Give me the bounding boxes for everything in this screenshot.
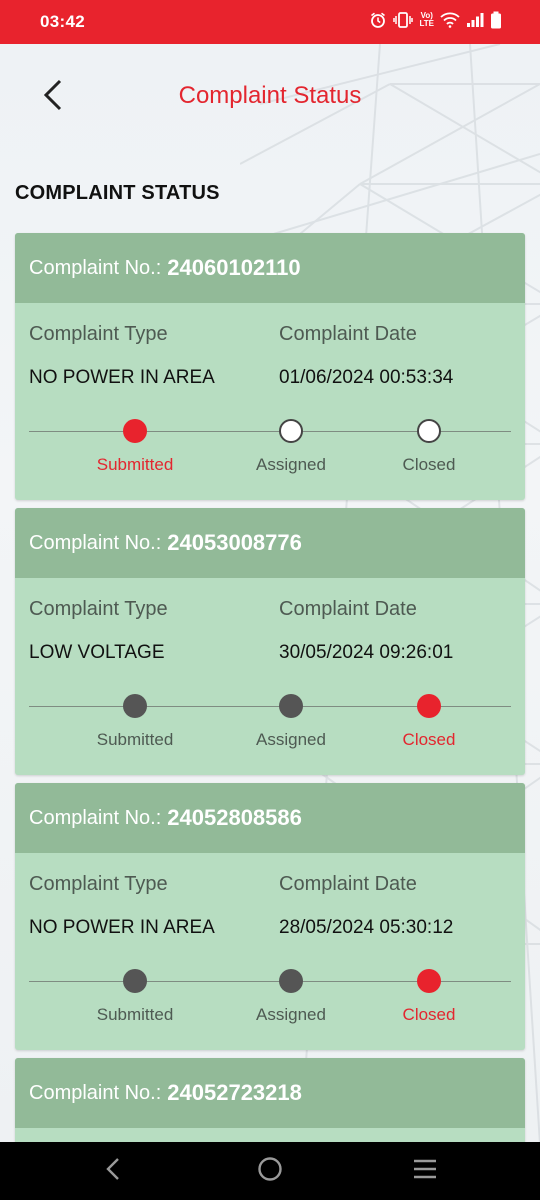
complaint-no-label: Complaint No.: bbox=[29, 1081, 162, 1104]
complaint-number: 24052723218 bbox=[167, 1080, 302, 1105]
complaint-type-value: LOW VOLTAGE bbox=[29, 642, 165, 663]
complaint-card-body: Complaint Type Complaint Date LOW VOLTAG… bbox=[15, 578, 525, 775]
complaint-type-value: NO POWER IN AREA bbox=[29, 917, 215, 938]
nav-recents-icon bbox=[412, 1158, 438, 1185]
complaint-type-label: Complaint Type bbox=[29, 598, 168, 620]
step-dot-submitted bbox=[123, 969, 147, 993]
nav-back-button[interactable] bbox=[98, 1156, 128, 1186]
step-label-submitted: Submitted bbox=[96, 730, 174, 749]
complaint-date-value: 30/05/2024 09:26:01 bbox=[279, 642, 454, 663]
step-dot-submitted bbox=[123, 419, 147, 443]
complaint-card[interactable]: Complaint No.: 24053008776 Complaint Typ… bbox=[15, 508, 525, 775]
section-title: COMPLAINT STATUS bbox=[15, 182, 220, 204]
complaint-card[interactable]: Complaint No.: 24060102110 Complaint Typ… bbox=[15, 233, 525, 500]
complaint-type-label: Complaint Type bbox=[29, 323, 168, 345]
step-label-closed: Closed bbox=[402, 730, 456, 749]
page-title: Complaint Status bbox=[178, 82, 362, 109]
complaint-number: 24060102110 bbox=[167, 255, 301, 280]
step-dot-submitted bbox=[123, 694, 147, 718]
complaint-type-value: NO POWER IN AREA bbox=[29, 367, 215, 388]
complaint-number: 24053008776 bbox=[167, 530, 302, 555]
status-icons: Vo) LTE bbox=[369, 11, 502, 29]
complaint-card-body: Complaint Type Complaint Date NO POWER I… bbox=[15, 853, 525, 1050]
complaint-card-header: Complaint No.: 24052808586 bbox=[15, 783, 525, 853]
complaint-date-label: Complaint Date bbox=[279, 873, 417, 895]
complaint-card-header: Complaint No.: 24060102110 bbox=[15, 233, 525, 303]
step-dot-assigned bbox=[279, 419, 303, 443]
system-nav-bar bbox=[0, 1142, 540, 1200]
complaint-card-header: Complaint No.: 24053008776 bbox=[15, 508, 525, 578]
complaint-date-label: Complaint Date bbox=[279, 598, 417, 620]
status-bar: 03:42 Vo) LTE bbox=[0, 0, 540, 44]
nav-back-icon bbox=[105, 1157, 121, 1186]
complaint-card[interactable]: Complaint No.: 24052808586 Complaint Typ… bbox=[15, 783, 525, 1050]
step-label-assigned: Assigned bbox=[256, 730, 326, 749]
signal-icon bbox=[466, 12, 484, 28]
nav-home-icon bbox=[257, 1156, 283, 1187]
complaint-date-value: 28/05/2024 05:30:12 bbox=[279, 917, 454, 938]
step-dot-assigned bbox=[279, 969, 303, 993]
app-header: Complaint Status bbox=[0, 44, 540, 148]
nav-home-button[interactable] bbox=[255, 1156, 285, 1186]
nav-recents-button[interactable] bbox=[410, 1156, 440, 1186]
step-dot-closed bbox=[417, 969, 441, 993]
volte-icon: Vo) LTE bbox=[419, 12, 434, 28]
complaint-type-label: Complaint Type bbox=[29, 873, 168, 895]
step-label-closed: Closed bbox=[402, 455, 456, 474]
battery-icon bbox=[490, 11, 502, 29]
complaint-no-label: Complaint No.: bbox=[29, 806, 162, 829]
wifi-icon bbox=[440, 12, 460, 28]
step-label-assigned: Assigned bbox=[256, 1005, 326, 1024]
step-label-assigned: Assigned bbox=[256, 455, 326, 474]
complaint-card-header: Complaint No.: 24052723218 bbox=[15, 1058, 525, 1128]
complaint-card-body: Complaint Type Complaint Date NO POWER I… bbox=[15, 303, 525, 500]
vibrate-icon bbox=[393, 11, 414, 29]
complaint-card[interactable]: Complaint No.: 24052723218 bbox=[15, 1058, 525, 1142]
complaint-number: 24052808586 bbox=[167, 805, 302, 830]
step-dot-closed bbox=[417, 419, 441, 443]
step-label-submitted: Submitted bbox=[96, 1005, 174, 1024]
volte-bottom-text: LTE bbox=[419, 19, 434, 28]
complaint-date-label: Complaint Date bbox=[279, 323, 417, 345]
status-time: 03:42 bbox=[40, 12, 85, 31]
step-dot-closed bbox=[417, 694, 441, 718]
step-label-closed: Closed bbox=[402, 1005, 456, 1024]
complaint-date-value: 01/06/2024 00:53:34 bbox=[279, 367, 454, 388]
alarm-icon bbox=[369, 11, 387, 29]
complaint-no-label: Complaint No.: bbox=[29, 256, 162, 279]
step-label-submitted: Submitted bbox=[96, 455, 174, 474]
step-dot-assigned bbox=[279, 694, 303, 718]
complaint-no-label: Complaint No.: bbox=[29, 531, 162, 554]
